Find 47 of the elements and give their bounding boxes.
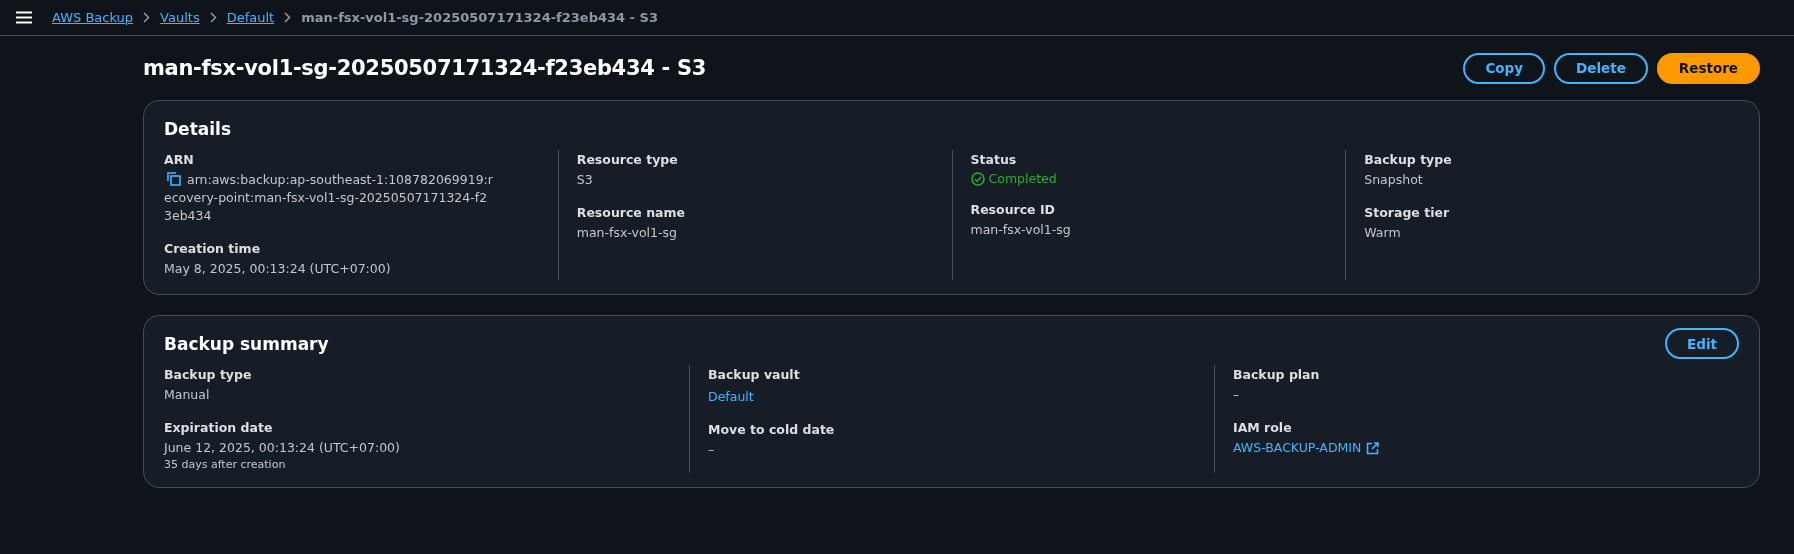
copy-icon[interactable]: [167, 172, 181, 186]
breadcrumb-link[interactable]: Vaults: [160, 10, 200, 25]
card-title: Details: [164, 118, 231, 139]
field-label: Status: [970, 152, 1018, 167]
page-title: man-fsx-vol1-sg-20250507171324-f23eb434 - S3: [143, 56, 707, 80]
arn-value: arn:aws:backup:ap-southeast-1:108782069919:recovery-point:man-fsx-vol1-sg-20250507171324-f23eb434: [164, 171, 494, 225]
chevron-right-icon: [209, 12, 217, 23]
field-label: Move to cold date: [708, 422, 836, 437]
field-note: 35 days after creation: [164, 458, 287, 471]
field-value: Warm: [1364, 224, 1402, 242]
field-value: man-fsx-vol1-sg: [576, 224, 678, 242]
field-label: Creation time: [164, 241, 262, 256]
check-circle-icon: [970, 171, 985, 186]
action-button[interactable]: Delete: [1554, 52, 1648, 84]
menu-icon[interactable]: [16, 11, 32, 24]
field-value: May 8, 2025, 00:13:24 (UTC+07:00): [164, 260, 392, 278]
primary-button[interactable]: Restore: [1656, 52, 1760, 84]
breadcrumb-link[interactable]: Default: [226, 10, 275, 25]
field-label: Resource name: [576, 205, 687, 220]
field-value: June 12, 2025, 00:13:24 (UTC+07:00): [164, 439, 401, 457]
field-value: –: [708, 441, 716, 459]
field-label: Resource type: [576, 152, 679, 167]
external-link-icon[interactable]: [1366, 441, 1380, 455]
breadcrumb-current: man-fsx-vol1-sg-20250507171324-f23eb434 - S3: [301, 10, 658, 25]
chevron-right-icon: [284, 12, 292, 23]
field-label: Backup type: [1364, 152, 1453, 167]
edit-button[interactable]: Edit: [1665, 328, 1739, 359]
field-value: Manual: [164, 386, 211, 404]
field-label: Resource ID: [970, 202, 1056, 217]
status-value: Completed: [988, 171, 1057, 186]
chevron-right-icon: [143, 12, 151, 23]
field-value: man-fsx-vol1-sg: [970, 221, 1072, 239]
field-value: S3: [576, 171, 594, 189]
value-link[interactable]: AWS-BACKUP-ADMIN: [1233, 439, 1362, 457]
action-button[interactable]: Copy: [1463, 52, 1546, 84]
field-label: Expiration date: [164, 420, 274, 435]
card-title: Backup summary: [164, 333, 329, 354]
field-label: Storage tier: [1364, 205, 1451, 220]
field-value: –: [1233, 386, 1241, 404]
field-label: IAM role: [1233, 420, 1293, 435]
value-link[interactable]: Default: [708, 389, 754, 404]
field-label: Backup type: [164, 367, 253, 382]
field-label: Backup plan: [1233, 367, 1321, 382]
field-value: Snapshot: [1364, 171, 1424, 189]
breadcrumb-link[interactable]: AWS Backup: [52, 10, 134, 25]
field-label: ARN: [164, 152, 195, 167]
field-label: Backup vault: [708, 367, 801, 382]
